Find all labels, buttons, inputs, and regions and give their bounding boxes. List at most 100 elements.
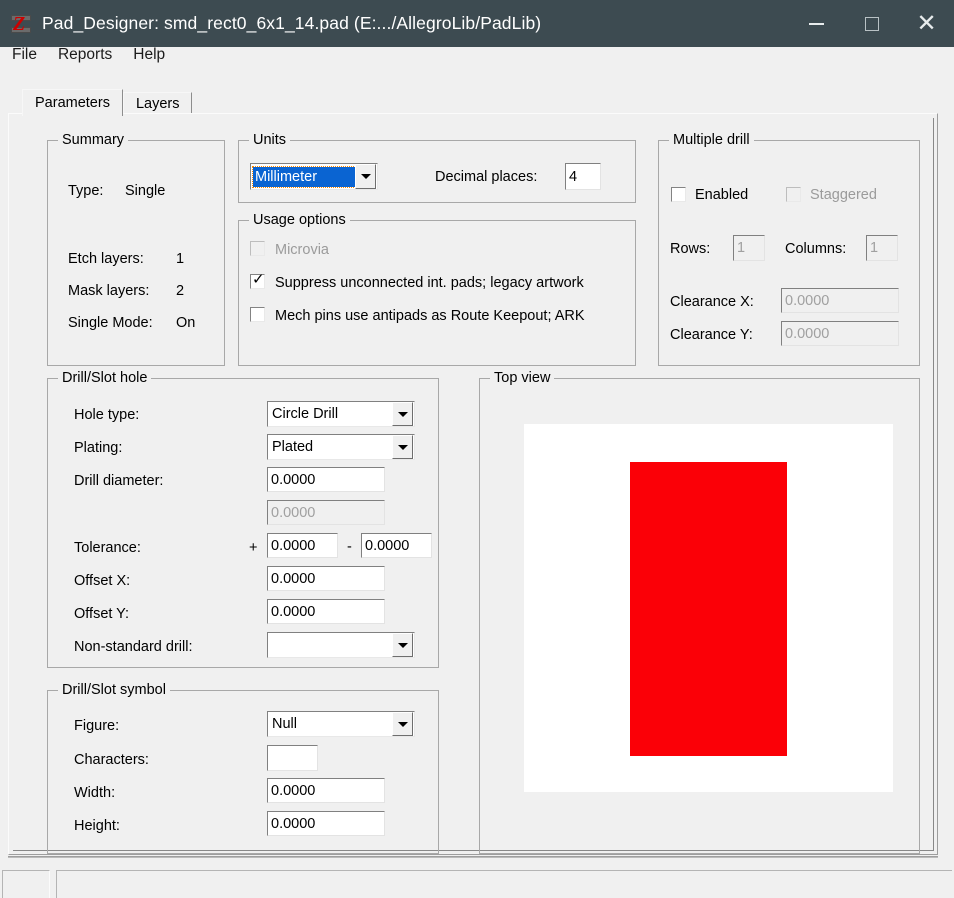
summary-single-mode-value: On (176, 315, 196, 331)
summary-type-label: Type: (68, 183, 104, 199)
window-controls: ✕ (789, 0, 954, 47)
rows-input: 1 (733, 235, 765, 261)
maximize-icon[interactable] (844, 0, 899, 47)
window-title: Pad_Designer: smd_rect0_6x1_14.pad (E:..… (42, 13, 542, 33)
characters-input[interactable] (267, 745, 318, 771)
drill-slot-hole-group: Drill/Slot hole Hole type: Circle Drill … (47, 370, 439, 668)
units-legend: Units (249, 132, 291, 148)
checkbox-suppress-unconnected[interactable]: ✓ (250, 270, 265, 289)
menu-item-reports[interactable]: Reports (49, 46, 121, 64)
summary-legend: Summary (58, 132, 129, 148)
checkbox-mech-pins-antipads-label: Mech pins use antipads as Route Keepout;… (275, 308, 585, 324)
clearance-x-label: Clearance X: (670, 294, 754, 310)
offset-x-input[interactable]: 0.0000 (267, 566, 385, 591)
minimize-icon[interactable] (789, 0, 844, 47)
clearance-y-value: 0.0000 (785, 325, 830, 342)
offset-y-input[interactable]: 0.0000 (267, 599, 385, 624)
drill-diameter-secondary-input: 0.0000 (267, 500, 385, 525)
usage-options-group: Usage options Microvia ✓ Suppress unconn… (238, 212, 636, 366)
clearance-y-input: 0.0000 (781, 321, 899, 346)
tabstrip: Parameters Layers (22, 89, 193, 116)
checkbox-multiple-drill-enabled-label: Enabled (695, 187, 749, 203)
top-view-canvas[interactable] (524, 424, 893, 792)
offset-x-value: 0.0000 (271, 570, 316, 587)
tolerance-plus-value: 0.0000 (271, 537, 316, 554)
status-message (56, 870, 952, 898)
pad-designer-icon: Z (10, 13, 32, 35)
decimal-places-input[interactable]: 4 (565, 163, 601, 190)
height-value: 0.0000 (271, 815, 316, 832)
chevron-down-icon[interactable] (392, 633, 413, 657)
top-view-group: Top view (479, 370, 920, 854)
menubar: File Reports Help (0, 42, 954, 68)
statusbar (0, 865, 954, 898)
tolerance-plus-input[interactable]: 0.0000 (267, 533, 338, 558)
figure-value: Null (272, 716, 297, 732)
window-titlebar: Z Pad_Designer: smd_rect0_6x1_14.pad (E:… (0, 0, 954, 47)
non-standard-drill-label: Non-standard drill: (74, 639, 193, 655)
summary-single-mode-label: Single Mode: (68, 315, 153, 331)
tab-parameters[interactable]: Parameters (22, 89, 123, 116)
width-value: 0.0000 (271, 782, 316, 799)
figure-label: Figure: (74, 718, 120, 734)
plating-select[interactable]: Plated (267, 434, 415, 460)
close-icon[interactable]: ✕ (899, 0, 954, 47)
tolerance-minus-input[interactable]: 0.0000 (361, 533, 432, 558)
status-cell-left (2, 870, 50, 898)
plating-label: Plating: (74, 440, 123, 456)
drill-diameter-input[interactable]: 0.0000 (267, 467, 385, 492)
clearance-y-label: Clearance Y: (670, 327, 753, 343)
panel-divider (8, 856, 938, 858)
checkbox-suppress-unconnected-label: Suppress unconnected int. pads; legacy a… (275, 275, 584, 291)
summary-type-value: Single (125, 183, 166, 199)
characters-label: Characters: (74, 752, 149, 768)
units-select-value: Millimeter (252, 165, 356, 188)
drill-slot-symbol-legend: Drill/Slot symbol (58, 682, 170, 698)
plating-value: Plated (272, 439, 314, 455)
check-icon: ✓ (252, 270, 265, 288)
decimal-places-value: 4 (569, 168, 578, 185)
checkbox-multiple-drill-enabled[interactable] (671, 187, 686, 202)
multiple-drill-group: Multiple drill Enabled Staggered Rows: 1… (658, 132, 920, 366)
width-input[interactable]: 0.0000 (267, 778, 385, 803)
figure-select[interactable]: Null (267, 711, 415, 737)
width-label: Width: (74, 785, 116, 801)
non-standard-drill-select[interactable] (267, 632, 415, 658)
tolerance-label: Tolerance: (74, 540, 141, 556)
summary-group: Summary Type: Single Etch layers: 1 Mask… (47, 132, 225, 366)
summary-mask-layers-value: 2 (176, 283, 185, 299)
parameters-panel-inner: Summary Type: Single Etch layers: 1 Mask… (13, 118, 934, 854)
hole-type-value: Circle Drill (272, 406, 339, 422)
rows-value: 1 (737, 240, 746, 256)
usage-options-legend: Usage options (249, 212, 350, 228)
tolerance-minus-sign: - (347, 539, 352, 555)
drill-diameter-value: 0.0000 (271, 471, 316, 488)
checkbox-microvia-label: Microvia (275, 242, 329, 258)
hole-type-label: Hole type: (74, 407, 140, 423)
offset-x-label: Offset X: (74, 573, 131, 589)
clearance-x-value: 0.0000 (785, 292, 830, 309)
tab-layers[interactable]: Layers (122, 92, 193, 115)
units-group: Units Millimeter Decimal places: 4 (238, 132, 636, 203)
hole-type-select[interactable]: Circle Drill (267, 401, 415, 427)
units-select[interactable]: Millimeter (250, 163, 378, 190)
chevron-down-icon[interactable] (392, 712, 413, 736)
drill-diameter-label: Drill diameter: (74, 473, 164, 489)
clearance-x-input: 0.0000 (781, 288, 899, 313)
menu-item-file[interactable]: File (3, 46, 46, 64)
tolerance-minus-value: 0.0000 (365, 537, 410, 554)
menu-item-help[interactable]: Help (124, 46, 174, 64)
drill-slot-hole-legend: Drill/Slot hole (58, 370, 152, 386)
chevron-down-icon[interactable] (392, 402, 413, 426)
columns-label: Columns: (785, 241, 847, 257)
chevron-down-icon[interactable] (392, 435, 413, 459)
offset-y-value: 0.0000 (271, 603, 316, 620)
checkbox-staggered (786, 187, 801, 202)
checkbox-mech-pins-antipads[interactable] (250, 307, 265, 322)
summary-etch-layers-label: Etch layers: (68, 251, 144, 267)
offset-y-label: Offset Y: (74, 606, 130, 622)
chevron-down-icon[interactable] (355, 164, 376, 189)
height-input[interactable]: 0.0000 (267, 811, 385, 836)
columns-value: 1 (870, 240, 879, 256)
height-label: Height: (74, 818, 120, 834)
